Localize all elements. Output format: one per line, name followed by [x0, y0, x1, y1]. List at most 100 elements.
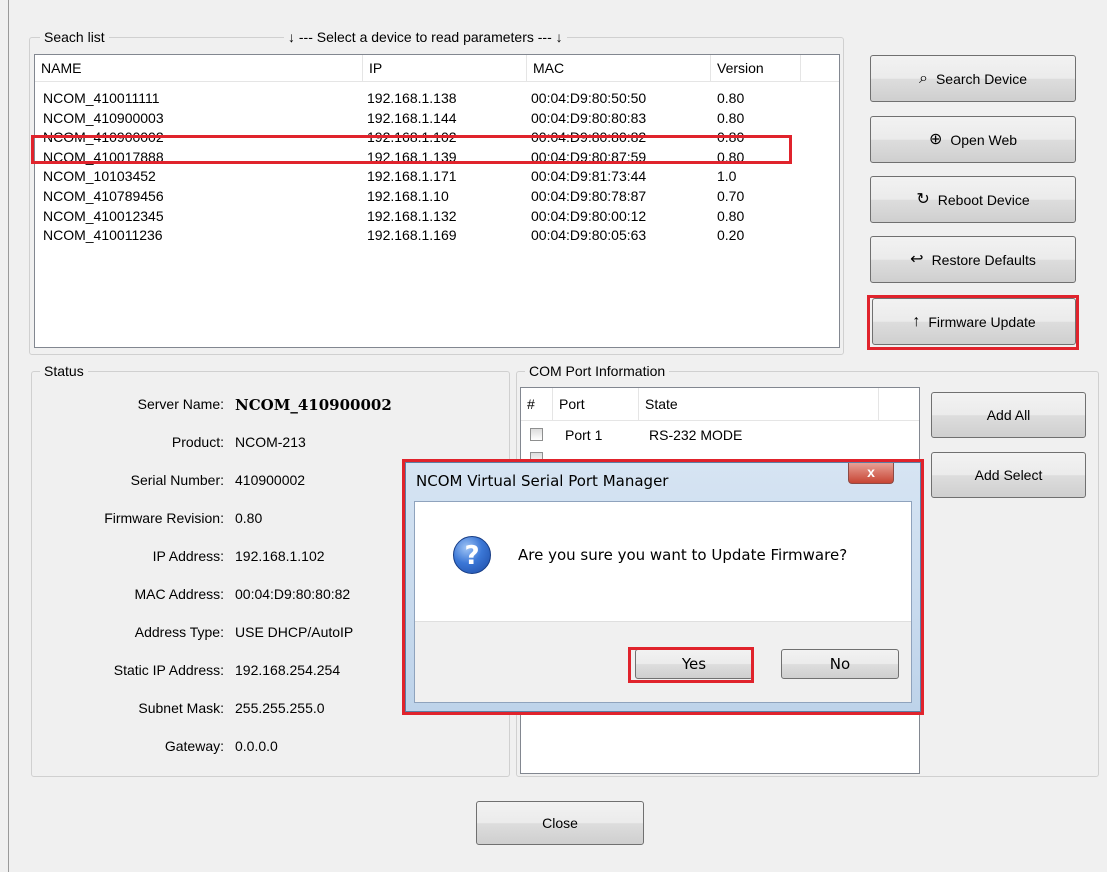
status-field-label: Static IP Address:: [113, 662, 224, 678]
device-mac: 00:04:D9:80:00:12: [531, 207, 647, 224]
yes-button[interactable]: Yes: [635, 649, 753, 679]
status-field-label: Serial Number:: [130, 472, 224, 488]
device-name: NCOM_410017888: [43, 148, 164, 165]
undo-icon: ↩: [910, 250, 924, 268]
column-header-ip[interactable]: IP: [363, 55, 527, 81]
device-row[interactable]: NCOM_410900002 192.168.1.102 00:04:D9:80:8…: [35, 128, 839, 147]
confirm-dialog: NCOM Virtual Serial Port Manager x ? Are…: [402, 459, 924, 715]
status-field-value: 192.168.254.254: [235, 662, 341, 678]
reboot-device-button[interactable]: ↻ Reboot Device: [870, 176, 1076, 223]
arrow-up-icon: ↑: [912, 312, 921, 330]
status-field-label: Product:: [171, 434, 224, 450]
device-mac: 00:04:D9:80:80:82: [531, 129, 647, 146]
port-name: Port 1: [565, 427, 603, 443]
column-header-state[interactable]: State: [639, 388, 879, 420]
device-row[interactable]: NCOM_10103452 192.168.1.171 00:04:D9:81:73…: [35, 167, 839, 186]
status-field-label: MAC Address:: [134, 586, 224, 602]
window-left-border: [8, 0, 9, 872]
search-device-label: Search Device: [935, 70, 1027, 87]
status-field-label: IP Address:: [152, 548, 224, 564]
device-ip: 192.168.1.144: [367, 109, 457, 126]
add-select-button[interactable]: Add Select: [931, 452, 1086, 498]
status-field-value: NCOM-213: [235, 434, 306, 450]
status-field-value: USE DHCP/AutoIP: [235, 624, 354, 640]
device-ip: 192.168.1.139: [367, 148, 457, 165]
device-version: 1.0: [717, 168, 737, 185]
open-web-label: Open Web: [950, 131, 1018, 148]
device-version: 0.80: [717, 90, 745, 106]
device-name: NCOM_410900003: [43, 109, 164, 126]
device-list[interactable]: NAME IP MAC Version NCOM_410011111 192.16…: [34, 54, 840, 348]
device-list-header: NAME IP MAC Version: [35, 55, 839, 82]
open-web-button[interactable]: ⊕ Open Web: [870, 116, 1076, 163]
reboot-icon: ↻: [916, 190, 930, 208]
column-header-version[interactable]: Version: [711, 55, 801, 81]
add-select-label: Add Select: [974, 467, 1043, 483]
device-ip: 192.168.1.132: [367, 207, 457, 224]
com-port-legend: COM Port Information: [525, 363, 670, 379]
column-header-name[interactable]: NAME: [35, 55, 363, 81]
device-version: 0.80: [717, 148, 745, 165]
column-header-mac[interactable]: MAC: [527, 55, 711, 81]
no-button[interactable]: No: [781, 649, 899, 679]
status-field-value: 00:04:D9:80:80:82: [235, 586, 351, 602]
status-field-label: Server Name:: [137, 396, 224, 412]
status-field-value: 0.0.0.0: [235, 738, 278, 754]
device-row[interactable]: NCOM_410011236 192.168.1.169 00:04:D9:80:0…: [35, 226, 839, 245]
device-version: 0.80: [717, 129, 745, 146]
dialog-title: NCOM Virtual Serial Port Manager: [416, 472, 669, 490]
add-all-label: Add All: [986, 407, 1031, 423]
firmware-update-label: Firmware Update: [928, 313, 1036, 330]
device-version: 0.70: [717, 188, 745, 204]
device-ip: 192.168.1.169: [367, 227, 457, 244]
device-name: NCOM_410789456: [43, 188, 164, 204]
column-header-port[interactable]: Port: [553, 388, 639, 420]
dialog-button-bar: Yes No: [415, 621, 911, 702]
column-header-number[interactable]: #: [521, 388, 553, 420]
device-mac: 00:04:D9:80:78:87: [531, 188, 647, 204]
device-ip: 192.168.1.138: [367, 90, 457, 106]
com-port-row[interactable]: Port 1 RS-232 MODE: [521, 424, 919, 446]
status-field-value: 192.168.1.102: [235, 548, 325, 564]
status-legend: Status: [40, 363, 88, 379]
status-field-label: Subnet Mask:: [138, 700, 224, 716]
port-checkbox[interactable]: [530, 428, 543, 441]
device-mac: 00:04:D9:80:05:63: [531, 227, 647, 244]
device-name: NCOM_10103452: [43, 168, 156, 185]
search-list-legend: Seach list: [40, 29, 109, 45]
com-port-list-header: # Port State: [521, 388, 919, 421]
device-name: NCOM_410011111: [43, 90, 160, 106]
device-ip: 192.168.1.171: [367, 168, 457, 185]
search-list-hint: ↓ --- Select a device to read parameters…: [284, 29, 567, 45]
globe-icon: ⊕: [928, 130, 943, 148]
device-name: NCOM_410011236: [43, 227, 163, 244]
restore-defaults-button[interactable]: ↩ Restore Defaults: [870, 236, 1076, 283]
device-ip: 192.168.1.10: [367, 188, 449, 204]
dialog-close-button[interactable]: x: [848, 463, 894, 484]
restore-defaults-label: Restore Defaults: [931, 251, 1036, 268]
device-version: 0.80: [717, 207, 745, 224]
add-all-button[interactable]: Add All: [931, 392, 1086, 438]
status-field-label: Firmware Revision:: [104, 510, 224, 526]
question-icon: ?: [453, 536, 491, 574]
status-field-value: 0.80: [235, 510, 263, 526]
close-icon: x: [867, 464, 875, 480]
device-row[interactable]: NCOM_410012345 192.168.1.132 00:04:D9:80:0…: [35, 207, 839, 226]
device-row[interactable]: NCOM_410900003 192.168.1.144 00:04:D9:80:8…: [35, 109, 839, 128]
device-ip: 192.168.1.102: [367, 129, 457, 146]
search-device-button[interactable]: ⌕ Search Device: [870, 55, 1076, 102]
close-label: Close: [542, 815, 578, 831]
reboot-device-label: Reboot Device: [937, 191, 1030, 208]
device-row[interactable]: NCOM_410017888 192.168.1.139 00:04:D9:80:8…: [35, 148, 839, 167]
status-field-value: NCOM_410900002: [235, 396, 392, 414]
device-mac: 00:04:D9:80:80:83: [531, 109, 647, 126]
firmware-update-button[interactable]: ↑ Firmware Update: [872, 298, 1076, 345]
device-mac: 00:04:D9:81:73:44: [531, 168, 647, 185]
close-button[interactable]: Close: [476, 801, 644, 845]
port-state: RS-232 MODE: [649, 427, 743, 443]
device-name: NCOM_410900002: [43, 129, 164, 146]
status-field-value: 255.255.255.0: [235, 700, 325, 716]
device-row[interactable]: NCOM_410011111 192.168.1.138 00:04:D9:80:5…: [35, 89, 839, 108]
dialog-body: ? Are you sure you want to Update Firmwa…: [414, 501, 912, 703]
device-row[interactable]: NCOM_410789456 192.168.1.10 00:04:D9:80:78…: [35, 187, 839, 206]
